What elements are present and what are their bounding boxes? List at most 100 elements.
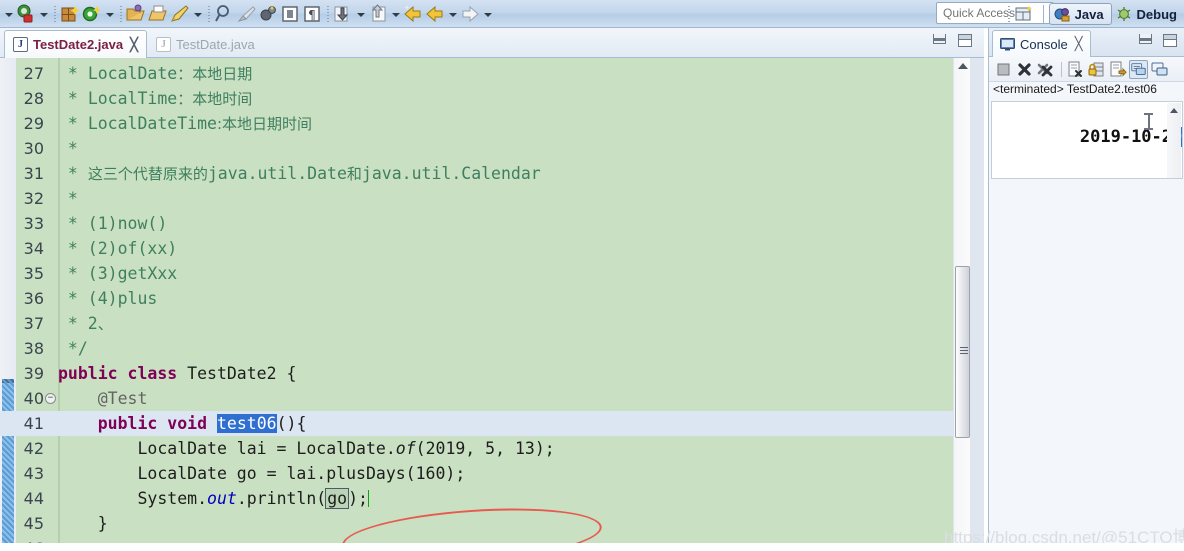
- remove-launch-button[interactable]: [1015, 60, 1034, 79]
- line-number: 35: [23, 264, 44, 283]
- perspective-divider: [1042, 5, 1044, 23]
- toolbar-separator: [1004, 3, 1013, 25]
- code-line: public class TestDate2 {: [58, 361, 296, 386]
- back-button[interactable]: [424, 2, 446, 26]
- dropdown-arrow-icon[interactable]: [354, 3, 367, 25]
- line-number: 28: [23, 89, 44, 108]
- code-editor[interactable]: 27 * LocalDate：本地日期 28 * LocalTime：本地时间 29…: [0, 58, 984, 551]
- toolbar-separator: [323, 3, 332, 25]
- search-button[interactable]: [213, 2, 235, 26]
- remove-all-terminated-button[interactable]: [1036, 60, 1055, 79]
- code-line: * 这三个代替原来的java.util.Date和java.util.Calen…: [58, 161, 541, 186]
- line-number: 36: [23, 289, 44, 308]
- dropdown-arrow-icon[interactable]: [446, 3, 459, 25]
- dropdown-arrow-icon[interactable]: [37, 3, 50, 25]
- code-line: LocalDate lai = LocalDate.of(2019, 5, 13…: [58, 436, 554, 461]
- scroll-up-arrow-icon[interactable]: [958, 63, 968, 69]
- code-token: java.util.Calendar: [361, 164, 541, 183]
- code-token: *: [58, 139, 88, 158]
- fold-collapse-icon[interactable]: −: [45, 393, 56, 404]
- code-token: public void: [97, 414, 217, 433]
- code-token: LocalDate: [87, 64, 178, 83]
- java-perspective-icon: [1054, 8, 1070, 22]
- minimize-icon[interactable]: [933, 34, 946, 44]
- perspective-debug[interactable]: Debug: [1112, 3, 1184, 25]
- code-token: *: [58, 164, 88, 183]
- next-annotation-button[interactable]: [332, 2, 354, 26]
- console-output-line: 2019-10-20: [998, 107, 1182, 167]
- last-edit-icon: [371, 3, 386, 21]
- link-button[interactable]: [257, 2, 279, 26]
- scroll-up-arrow-icon[interactable]: [1170, 108, 1178, 113]
- line-number: 44: [23, 489, 44, 508]
- bottom-strip: [0, 543, 1184, 551]
- new-class-button[interactable]: [81, 2, 103, 26]
- code-token: (){: [276, 414, 307, 433]
- console-tab[interactable]: Console ╳: [992, 30, 1091, 57]
- open-perspective-button[interactable]: [1013, 4, 1035, 24]
- open-resource-button[interactable]: [147, 2, 169, 26]
- code-token: * (3)getXxx: [58, 264, 178, 283]
- display-selected-console-button[interactable]: [1150, 60, 1169, 79]
- code-token: :本地日期时间: [216, 115, 313, 133]
- debug-perspective-icon: [1117, 7, 1130, 21]
- maximize-icon[interactable]: [1163, 34, 1177, 47]
- terminate-button[interactable]: [994, 60, 1013, 79]
- code-token: * (2)of(xx): [58, 239, 178, 258]
- editor-tab-testdate2[interactable]: J TestDate2.java ╳: [4, 30, 147, 58]
- clear-console-button[interactable]: [1066, 60, 1085, 79]
- last-edit-location-button[interactable]: [367, 2, 389, 26]
- clear-console-icon: [1068, 61, 1082, 77]
- dropdown-arrow-icon[interactable]: [481, 3, 494, 25]
- line-number: 31: [23, 164, 44, 183]
- line-number: 37: [23, 314, 44, 333]
- new-class-icon: [82, 5, 102, 21]
- code-token: * (4)plus: [58, 289, 158, 308]
- code-token: test06: [216, 414, 277, 433]
- dropdown-arrow-icon[interactable]: [389, 3, 402, 25]
- open-type-button[interactable]: [125, 2, 147, 26]
- editor-tab-testdate[interactable]: J TestDate.java: [148, 30, 263, 58]
- back-to-button[interactable]: [402, 2, 424, 26]
- code-token: 和: [346, 165, 362, 183]
- forward-button[interactable]: [459, 2, 481, 26]
- show-console-on-output-button[interactable]: [1108, 60, 1127, 79]
- text-caret: [367, 490, 369, 507]
- dropdown-arrow-icon[interactable]: [2, 3, 15, 25]
- block-selection-button[interactable]: [279, 2, 301, 26]
- code-line: * (2)of(xx): [58, 236, 177, 261]
- code-text-area[interactable]: 27 * LocalDate：本地日期 28 * LocalTime：本地时间 29…: [0, 58, 984, 551]
- dropdown-arrow-icon[interactable]: [191, 3, 204, 25]
- code-token: out: [207, 489, 237, 508]
- edit-button[interactable]: [169, 2, 191, 26]
- scroll-lock-button[interactable]: [1087, 60, 1106, 79]
- code-line: *: [58, 186, 88, 211]
- code-line: * LocalDate：本地日期: [58, 61, 252, 86]
- perspective-java[interactable]: Java: [1048, 3, 1112, 25]
- debug-button[interactable]: [15, 2, 37, 26]
- maximize-icon[interactable]: [958, 34, 972, 47]
- console-output-area[interactable]: 2019-10-20: [991, 101, 1183, 179]
- editor-vertical-scrollbar[interactable]: [953, 58, 970, 551]
- text-cursor-icon: [1144, 113, 1153, 130]
- code-line: * (4)plus: [58, 286, 157, 311]
- console-empty-area: [989, 180, 1184, 551]
- dropdown-arrow-icon[interactable]: [103, 3, 116, 25]
- line-number: 45: [23, 514, 44, 533]
- line-number: 32: [23, 189, 44, 208]
- minimize-icon[interactable]: [1139, 34, 1152, 44]
- pin-console-button[interactable]: [1129, 59, 1148, 79]
- scrollbar-thumb[interactable]: [955, 266, 970, 438]
- console-vertical-scrollbar[interactable]: [1167, 103, 1181, 178]
- new-package-icon: [61, 5, 80, 21]
- brush-button[interactable]: [235, 2, 257, 26]
- close-icon[interactable]: ╳: [1075, 36, 1083, 52]
- close-icon[interactable]: ╳: [130, 37, 138, 53]
- line-number: 27: [23, 64, 44, 83]
- code-line: * 2、: [58, 311, 113, 336]
- show-whitespace-button[interactable]: ¶: [301, 2, 323, 26]
- code-token: java.util.Date: [207, 164, 347, 183]
- editor-tab-label: TestDate2.java: [33, 37, 124, 52]
- line-number: 40: [23, 389, 44, 408]
- new-package-button[interactable]: [59, 2, 81, 26]
